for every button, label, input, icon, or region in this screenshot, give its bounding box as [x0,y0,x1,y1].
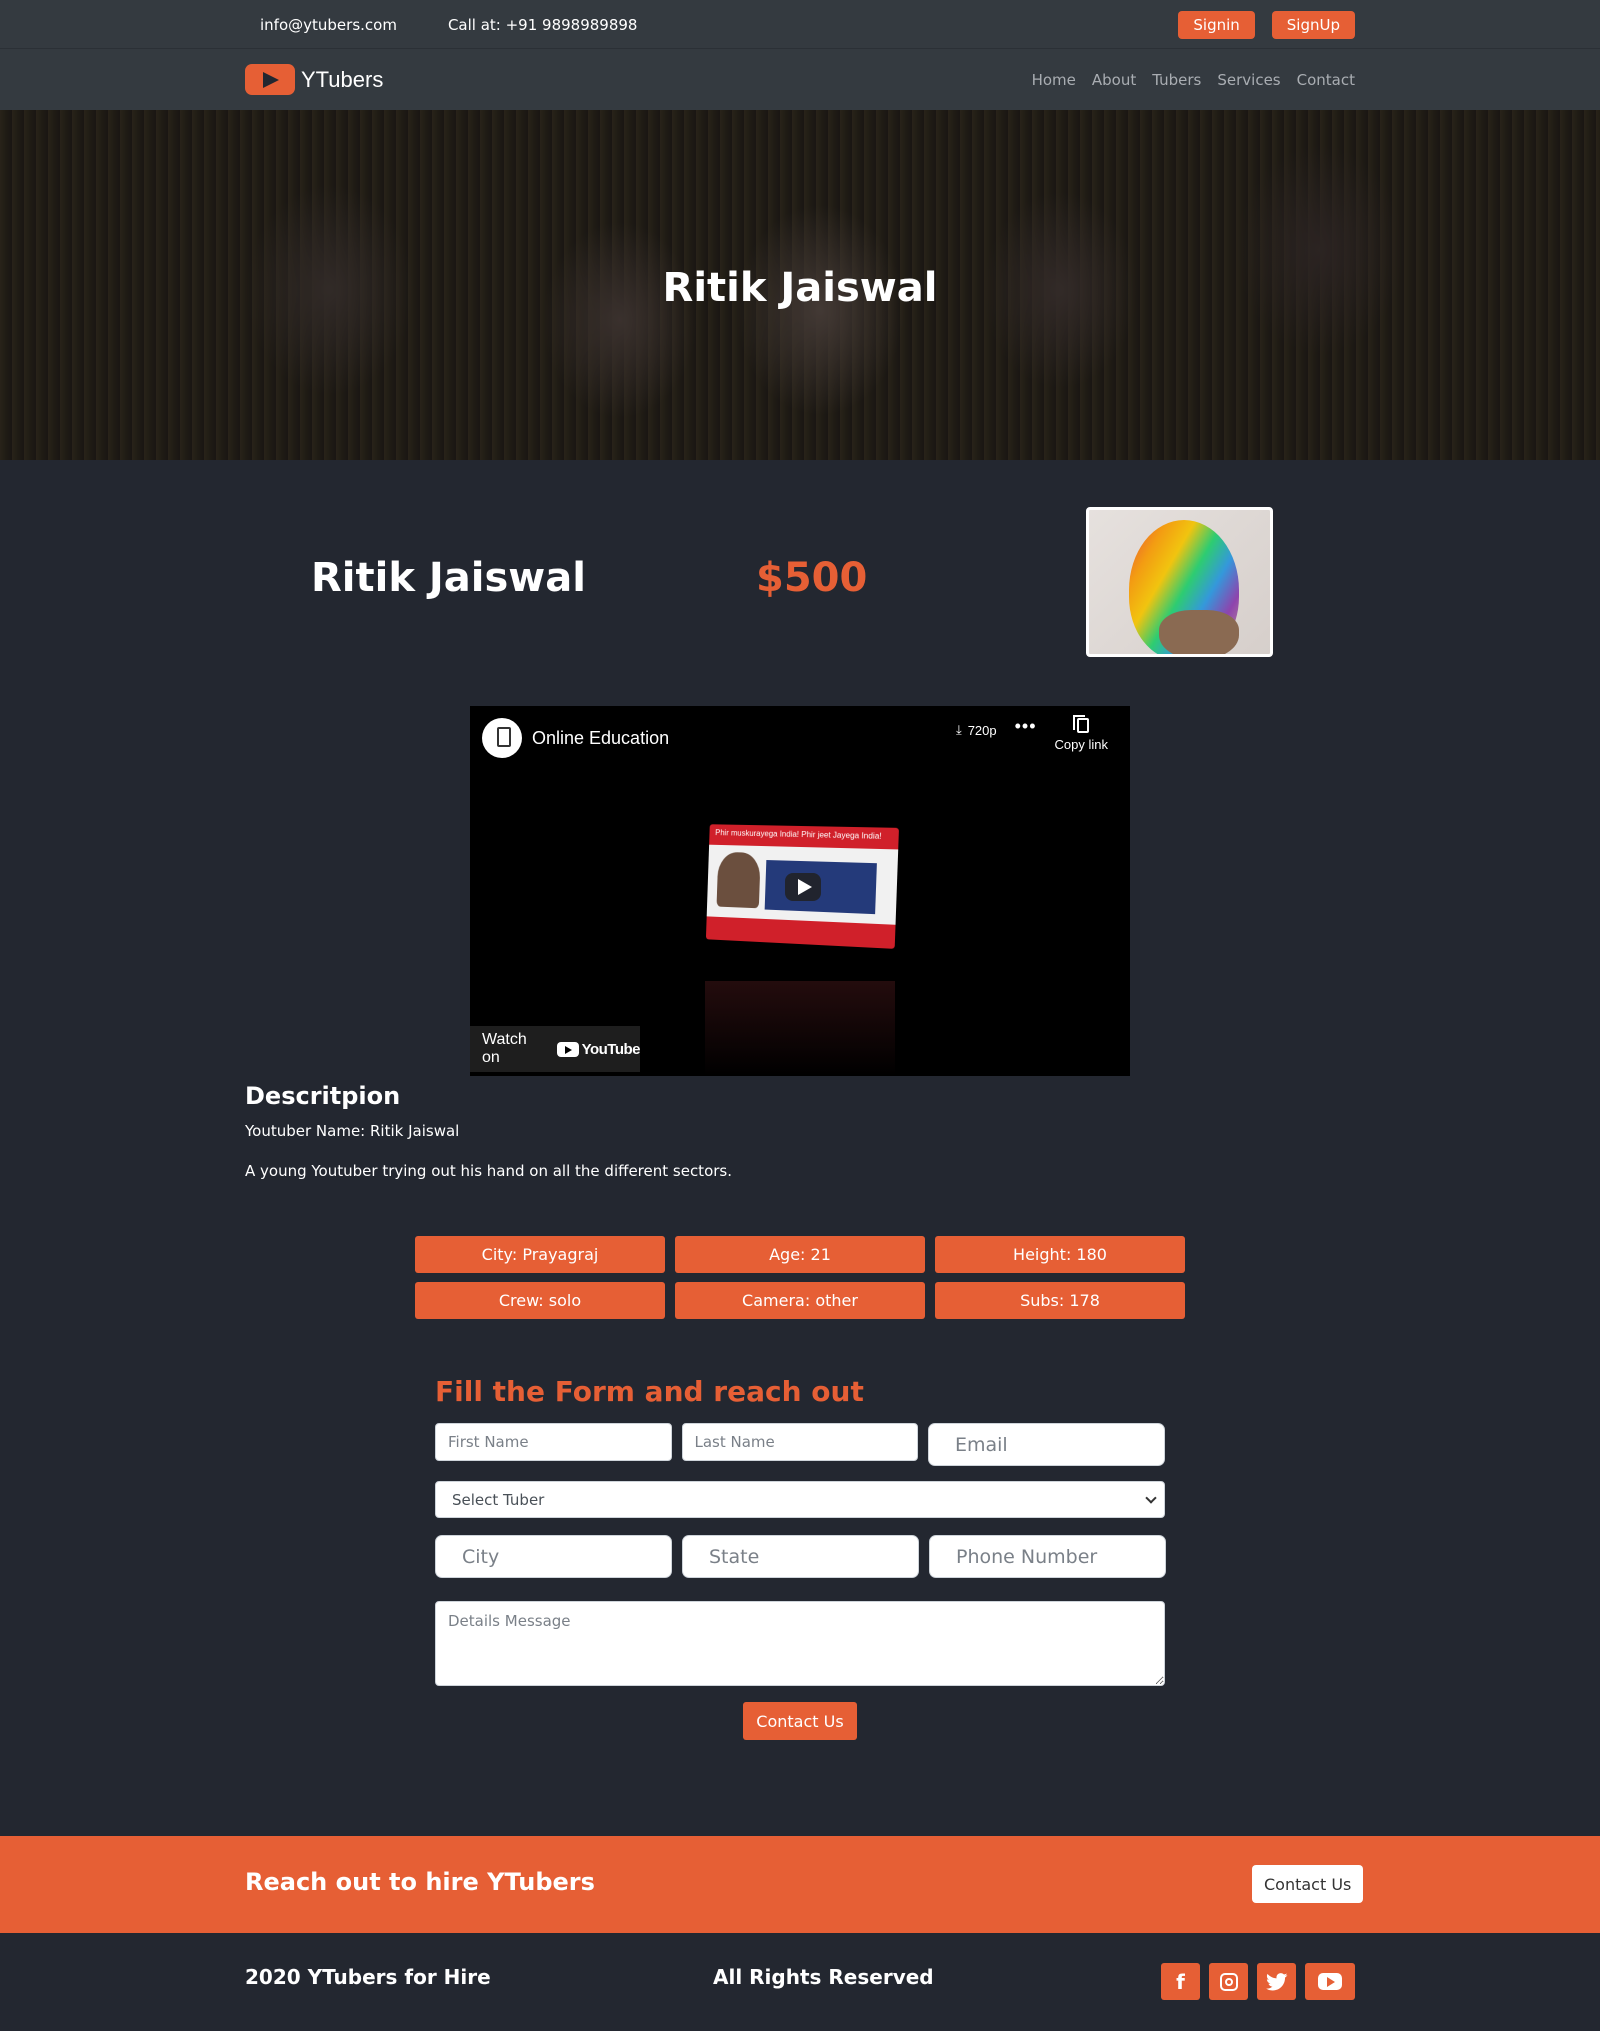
nav-home[interactable]: Home [1032,71,1076,89]
hero-title: Ritik Jaiswal [662,265,938,311]
instagram-glyph [1219,1972,1238,1991]
download-button[interactable]: ⤓ 720p [956,722,997,738]
email-input[interactable] [928,1423,1165,1466]
description-heading: Descritpion [245,1082,401,1110]
more-options-icon[interactable]: ••• [1015,716,1037,737]
youtube-embed[interactable]: Online Education ⤓ 720p ••• Copy link Ph… [470,706,1130,1076]
youtube-play-icon [245,64,295,95]
location-row [435,1535,1166,1578]
play-icon[interactable] [785,873,821,901]
youtuber-name-line: Youtuber Name: Ritik Jaiswal [245,1122,460,1140]
city-input[interactable] [435,1535,672,1578]
footer-copyright: 2020 YTubers for Hire [245,1965,491,1989]
stat-height: Height: 180 [935,1236,1185,1273]
hire-cta-banner: Reach out to hire YTubers Contact Us [0,1836,1600,1933]
description-section: Descritpion Youtuber Name: Ritik Jaiswal… [245,1082,1355,1202]
last-name-input[interactable] [681,1423,918,1461]
topbar: info@ytubers.com Call at: +91 9898989898… [0,0,1600,49]
nav-tubers[interactable]: Tubers [1152,71,1201,89]
instagram-icon[interactable] [1209,1963,1248,2000]
video-title[interactable]: Online Education [532,728,669,749]
navbar: YTubers Home About Tubers Services Conta… [0,49,1600,110]
twitter-glyph [1265,1972,1287,1990]
nav-links: Home About Tubers Services Contact [1032,71,1355,89]
facebook-icon[interactable]: f [1161,1963,1200,2000]
form-heading: Fill the Form and reach out [435,1375,864,1408]
first-name-input[interactable] [435,1423,672,1461]
contact-form: Fill the Form and reach out Select Tuber… [435,1375,1166,1740]
youtube-logo-icon [556,1041,579,1057]
quality-label: 720p [967,722,997,738]
copy-icon [1073,715,1090,733]
profile-header: Ritik Jaiswal $500 [0,507,1600,659]
brand-logo[interactable]: YTubers [245,64,383,95]
copy-link-label: Copy link [1054,737,1108,752]
profile-name: Ritik Jaiswal [311,555,586,601]
video-controls: ⤓ 720p ••• Copy link [956,715,1108,752]
youtube-glyph [1318,1973,1342,1990]
stats-grid: City: Prayagraj Age: 21 Height: 180 Crew… [415,1236,1185,1319]
copy-link-button[interactable]: Copy link [1054,715,1108,752]
stat-camera: Camera: other [675,1282,925,1319]
watch-on-label: Watch on [482,1031,527,1066]
twitter-icon[interactable] [1257,1963,1296,2000]
cta-title: Reach out to hire YTubers [245,1868,595,1896]
nav-about[interactable]: About [1092,71,1136,89]
submit-wrap: Contact Us [435,1702,1165,1740]
topbar-phone: Call at: +91 9898989898 [447,15,638,34]
stat-age: Age: 21 [675,1236,925,1273]
topbar-email[interactable]: info@ytubers.com [260,16,397,34]
watch-on-youtube[interactable]: Watch on YouTube [470,1026,641,1072]
thumbnail-ticker: Phir muskurayega India! Phir jeet Jayega… [715,828,882,841]
auth-buttons: Signin SignUp [1178,10,1355,39]
stat-crew: Crew: solo [415,1282,665,1319]
signin-button[interactable]: Signin [1178,10,1255,39]
contact-us-submit-button[interactable]: Contact Us [743,1702,857,1740]
hero-banner: Ritik Jaiswal [0,110,1600,460]
nav-services[interactable]: Services [1217,71,1280,89]
phone-input[interactable] [929,1535,1166,1578]
youtube-icon[interactable] [1305,1963,1355,2000]
tuber-select[interactable]: Select Tuber [435,1481,1165,1518]
youtube-wordmark: YouTube [581,1040,641,1058]
thumbnail-reflection [705,981,895,1076]
stat-city: City: Prayagraj [415,1236,665,1273]
profile-price: $500 [756,555,868,601]
stat-subs: Subs: 178 [935,1282,1185,1319]
footer-rights: All Rights Reserved [713,1965,934,1989]
signup-button[interactable]: SignUp [1271,10,1355,39]
youtube-logo: YouTube [556,1040,641,1058]
name-row [435,1423,1165,1466]
footer: 2020 YTubers for Hire All Rights Reserve… [0,1933,1600,2031]
state-input[interactable] [682,1535,919,1578]
profile-photo [1086,507,1273,657]
channel-avatar-icon[interactable] [482,718,522,758]
details-message-textarea[interactable] [435,1601,1165,1686]
brand-name: YTubers [301,66,384,92]
thumbnail-person [716,851,761,909]
download-icon: ⤓ [955,722,962,737]
tuber-select-wrap: Select Tuber [435,1481,1165,1518]
nav-contact[interactable]: Contact [1297,71,1355,89]
cta-contact-button[interactable]: Contact Us [1252,1865,1364,1903]
social-links: f [1161,1963,1355,2000]
beard [1159,610,1239,654]
youtuber-bio: A young Youtuber trying out his hand on … [245,1162,732,1180]
